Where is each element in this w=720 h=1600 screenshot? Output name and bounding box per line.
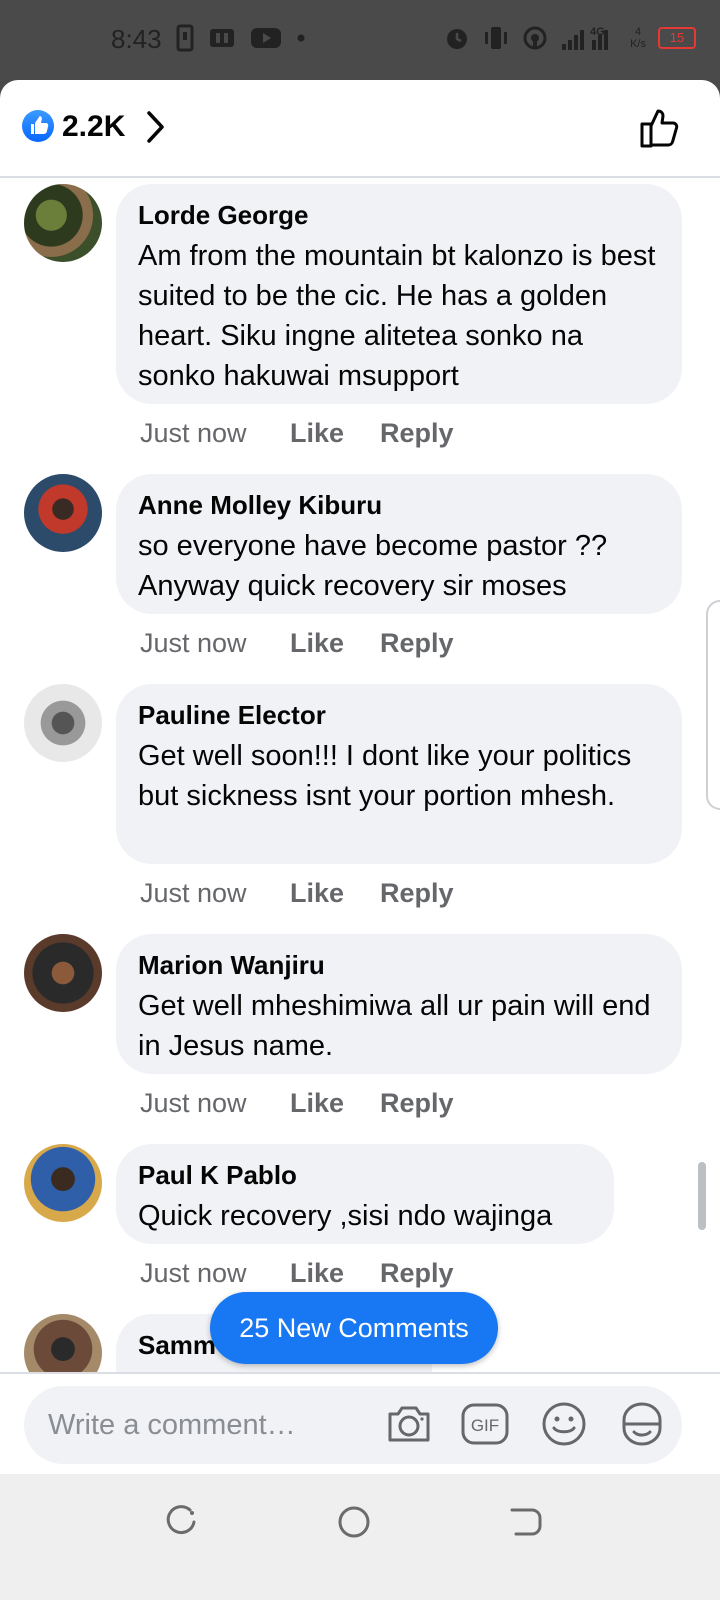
- system-icons: 4G 4 K/s 15: [444, 24, 696, 52]
- sim-icon: [176, 24, 194, 52]
- comment-time: Just now: [140, 878, 247, 908]
- alarm-icon: [447, 29, 468, 49]
- battery-indicator: 15: [658, 27, 696, 49]
- avatar[interactable]: [24, 684, 102, 762]
- avatar[interactable]: [24, 184, 102, 262]
- comment-text: Quick recovery ,sisi ndo wajinga: [138, 1200, 553, 1232]
- comment-list: Lorde George Am from the mountain bt kal…: [0, 176, 720, 1482]
- youtube-icon: [251, 28, 281, 48]
- clock: 8:43: [111, 24, 162, 54]
- comment-text: so everyone have become pastor ?? Anyway…: [138, 530, 608, 602]
- app-notification-icon: [210, 29, 234, 47]
- thumbs-up-icon[interactable]: [638, 106, 682, 150]
- reaction-count[interactable]: 2.2K: [62, 110, 125, 144]
- scrollbar-thumb[interactable]: [698, 1162, 706, 1230]
- like-button[interactable]: Like: [290, 628, 380, 659]
- comment-actions: Just now Like Reply: [140, 1088, 454, 1119]
- avatar[interactable]: [24, 474, 102, 552]
- svg-text:GIF: GIF: [471, 1416, 499, 1435]
- svg-text:4G: 4G: [590, 26, 605, 38]
- comment-time: Just now: [140, 1088, 247, 1118]
- reply-button[interactable]: Reply: [380, 1088, 454, 1119]
- comment-actions: Just now Like Reply: [140, 878, 454, 909]
- more-notifications-icon: [297, 34, 305, 42]
- reactions-header: 2.2K: [0, 80, 720, 178]
- status-bar: 8:43 4G 4 K/s 15: [0, 0, 720, 80]
- comment-time: Just now: [140, 1258, 247, 1288]
- side-panel-handle[interactable]: [706, 600, 720, 810]
- like-button[interactable]: Like: [290, 1258, 380, 1289]
- back-icon[interactable]: [508, 1502, 544, 1542]
- camera-icon[interactable]: [384, 1400, 434, 1448]
- like-button[interactable]: Like: [290, 878, 380, 909]
- comment-bubble[interactable]: Lorde George Am from the mountain bt kal…: [116, 184, 682, 404]
- comment-input[interactable]: [48, 1386, 378, 1464]
- comment-text: Get well soon!!! I dont like your politi…: [138, 740, 632, 812]
- comment-author[interactable]: Anne Molley Kiburu: [138, 490, 660, 520]
- new-comments-button[interactable]: 25 New Comments: [210, 1292, 498, 1364]
- home-icon[interactable]: [336, 1502, 372, 1542]
- comment-author[interactable]: Marion Wanjiru: [138, 950, 660, 980]
- reply-button[interactable]: Reply: [380, 1258, 454, 1289]
- chevron-right-icon[interactable]: [146, 110, 166, 144]
- comment-actions: Just now Like Reply: [140, 1258, 454, 1289]
- comment-actions: Just now Like Reply: [140, 628, 454, 659]
- reply-button[interactable]: Reply: [380, 418, 454, 449]
- signal-icon: 4G: [562, 26, 609, 50]
- reply-button[interactable]: Reply: [380, 628, 454, 659]
- notification-icons: [176, 24, 306, 52]
- avatar[interactable]: [24, 934, 102, 1012]
- net-speed: 4 K/s: [630, 26, 646, 50]
- hotspot-icon: [523, 26, 547, 50]
- comment-text: Get well mheshimiwa all ur pain will end…: [138, 990, 651, 1062]
- gif-icon[interactable]: GIF: [460, 1400, 510, 1448]
- comments-sheet: 2.2K Lorde George Am from the mountain b…: [0, 80, 720, 1504]
- sticker-icon[interactable]: [618, 1400, 666, 1448]
- emoji-icon[interactable]: [540, 1400, 588, 1448]
- comment-actions: Just now Like Reply: [140, 418, 454, 449]
- comment-text: Am from the mountain bt kalonzo is best …: [138, 240, 656, 392]
- like-button[interactable]: Like: [290, 418, 380, 449]
- like-button[interactable]: Like: [290, 1088, 380, 1119]
- comment-composer: GIF: [0, 1372, 720, 1476]
- reply-button[interactable]: Reply: [380, 878, 454, 909]
- system-nav-bar: [0, 1474, 720, 1600]
- comment-author[interactable]: Paul K Pablo: [138, 1160, 592, 1190]
- composer-field: GIF: [24, 1386, 682, 1464]
- recents-icon[interactable]: [164, 1502, 198, 1542]
- comment-author[interactable]: Pauline Elector: [138, 700, 660, 730]
- comment-bubble[interactable]: Marion Wanjiru Get well mheshimiwa all u…: [116, 934, 682, 1074]
- comment-bubble[interactable]: Pauline Elector Get well soon!!! I dont …: [116, 684, 682, 864]
- comment-bubble[interactable]: Anne Molley Kiburu so everyone have beco…: [116, 474, 682, 614]
- vibrate-icon: [485, 27, 508, 49]
- comment-author[interactable]: Lorde George: [138, 200, 660, 230]
- comment-bubble[interactable]: Paul K Pablo Quick recovery ,sisi ndo wa…: [116, 1144, 614, 1244]
- like-reaction-icon[interactable]: [22, 110, 54, 142]
- comment-time: Just now: [140, 628, 247, 658]
- avatar[interactable]: [24, 1144, 102, 1222]
- comment-time: Just now: [140, 418, 247, 448]
